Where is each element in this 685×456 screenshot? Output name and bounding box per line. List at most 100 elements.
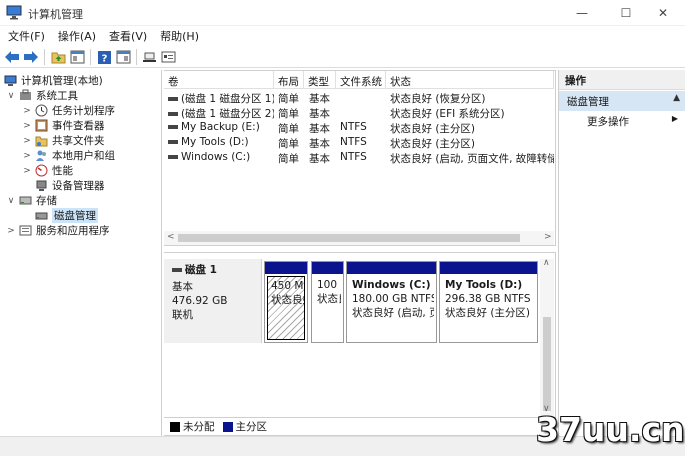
partition-band (440, 262, 537, 274)
volume-layout: 简单 (278, 93, 299, 105)
volume-type: 基本 (309, 123, 330, 135)
column-header-volume[interactable]: 卷 (164, 71, 274, 89)
menu-view[interactable]: 查看(V) (101, 26, 152, 46)
volume-icon (168, 112, 178, 116)
scrollbar-thumb[interactable] (543, 317, 551, 411)
menu-help[interactable]: 帮助(H) (152, 26, 204, 46)
collapse-icon[interactable]: ∨ (6, 91, 16, 101)
expand-icon[interactable]: > (6, 226, 16, 236)
partition-mytools-d[interactable]: My Tools (D:) 296.38 GB NTFS 状态良好 (主分区) (439, 261, 538, 343)
tree-item-label: 设备管理器 (52, 180, 105, 192)
title-bar: 计算机管理 — ☐ ✕ (0, 0, 685, 26)
forward-icon[interactable] (23, 49, 39, 65)
close-button[interactable]: ✕ (641, 0, 685, 26)
users-icon (35, 149, 48, 162)
scroll-right-icon[interactable]: > (544, 232, 552, 242)
window-title: 计算机管理 (28, 8, 83, 21)
tree-item-services-apps[interactable]: > 服务和应用程序 (6, 223, 110, 238)
volume-layout: 简单 (278, 153, 299, 165)
partition-size: 296.38 GB NTFS (445, 293, 531, 305)
tree-item-label: 磁盘管理 (52, 208, 98, 223)
tree-item-storage[interactable]: ∨ 存储 (6, 193, 57, 208)
storage-icon (19, 194, 32, 207)
actions-section-disk-management[interactable]: 磁盘管理 ▲ (559, 91, 685, 111)
help-icon[interactable]: ? (96, 49, 112, 65)
disk-status: 联机 (172, 309, 193, 321)
volume-layout: 简单 (278, 108, 299, 120)
tree-item-local-users[interactable]: > 本地用户和组 (22, 148, 115, 163)
show-pane-icon[interactable] (115, 49, 131, 65)
scroll-up-icon[interactable]: ∧ (543, 258, 550, 268)
expand-icon[interactable]: > (22, 121, 32, 131)
horizontal-scrollbar[interactable]: < > (164, 231, 554, 245)
column-header-filesystem[interactable]: 文件系统 (336, 71, 386, 89)
actions-header: 操作 (559, 70, 685, 90)
menu-action[interactable]: 操作(A) (50, 26, 101, 46)
column-header-layout[interactable]: 布局 (274, 71, 304, 89)
disk-icon (172, 268, 182, 272)
tree-item-label: 本地用户和组 (52, 150, 115, 162)
column-header-type[interactable]: 类型 (304, 71, 336, 89)
tree-item-root[interactable]: 计算机管理(本地) (4, 73, 103, 88)
partition-recovery[interactable]: 450 MI 状态良好 (264, 261, 308, 343)
partition-body: 100 状态良 (314, 276, 341, 340)
expand-icon[interactable]: > (22, 136, 32, 146)
show-tree-icon[interactable] (69, 49, 85, 65)
volume-name: (磁盘 1 磁盘分区 2) (181, 108, 274, 120)
toolbar-separator (136, 49, 137, 65)
svg-text:?: ? (101, 53, 107, 64)
tree-item-event-viewer[interactable]: > 事件查看器 (22, 118, 105, 133)
table-row[interactable]: (磁盘 1 磁盘分区 2) 简单 基本 状态良好 (EFI 系统分区) (164, 105, 554, 120)
tree-item-task-scheduler[interactable]: > 任务计划程序 (22, 103, 115, 118)
disk-type: 基本 (172, 281, 193, 293)
table-row[interactable]: (磁盘 1 磁盘分区 1) 简单 基本 状态良好 (恢复分区) (164, 90, 554, 105)
tree-item-device-manager[interactable]: 设备管理器 (35, 178, 105, 193)
table-row[interactable]: My Tools (D:) 简单 基本 NTFS 状态良好 (主分区) (164, 135, 554, 150)
disk-management-icon (35, 209, 48, 222)
computer-management-icon (4, 74, 17, 87)
services-icon (19, 224, 32, 237)
tree-item-performance[interactable]: > 性能 (22, 163, 73, 178)
volume-layout: 简单 (278, 123, 299, 135)
tree-item-label: 计算机管理(本地) (21, 75, 103, 87)
partition-size: 100 (317, 279, 338, 291)
table-row[interactable]: Windows (C:) 简单 基本 NTFS 状态良好 (启动, 页面文件, … (164, 150, 554, 165)
up-folder-icon[interactable] (50, 49, 66, 65)
partition-windows-c[interactable]: Windows (C:) 180.00 GB NTFS 状态良好 (启动, 页 (346, 261, 437, 343)
expand-icon[interactable]: > (22, 106, 32, 116)
connect-icon[interactable] (141, 49, 157, 65)
volume-name: My Backup (E:) (181, 121, 260, 133)
more-actions-item[interactable]: 更多操作 ▶ (559, 111, 685, 129)
partition-legend: 未分配 主分区 (164, 418, 556, 436)
table-row[interactable]: My Backup (E:) 简单 基本 NTFS 状态良好 (主分区) (164, 120, 554, 135)
partition-status: 状态良好 (启动, 页 (352, 307, 434, 319)
collapse-up-icon[interactable]: ▲ (673, 93, 680, 103)
column-header-status[interactable]: 状态 (386, 71, 554, 89)
properties-icon[interactable] (160, 49, 176, 65)
scroll-left-icon[interactable]: < (167, 232, 175, 242)
volume-layout: 简单 (278, 138, 299, 150)
scrollbar-thumb[interactable] (178, 234, 520, 242)
tree-item-shared-folders[interactable]: > 共享文件夹 (22, 133, 104, 148)
back-icon[interactable] (4, 49, 20, 65)
menu-file[interactable]: 文件(F) (0, 26, 50, 46)
tree-item-disk-management[interactable]: 磁盘管理 (35, 208, 98, 223)
partition-band (265, 262, 307, 274)
partition-band (347, 262, 436, 274)
minimize-button[interactable]: — (560, 0, 604, 26)
performance-icon (35, 164, 48, 177)
expand-icon[interactable]: > (22, 151, 32, 161)
shared-folder-icon (35, 134, 48, 147)
partition-body: 450 MI 状态良好 (267, 276, 305, 340)
tree-item-system-tools[interactable]: ∨ 系统工具 (6, 88, 78, 103)
tree-item-label: 服务和应用程序 (36, 225, 110, 237)
volume-icon (168, 155, 178, 159)
event-viewer-icon (35, 119, 48, 132)
vertical-scrollbar[interactable]: ∧ ∨ (540, 258, 554, 417)
legend-primary: 主分区 (235, 421, 268, 433)
collapse-icon[interactable]: ∨ (6, 196, 16, 206)
disk-info[interactable]: 磁盘 1 基本 476.92 GB 联机 (164, 259, 262, 343)
expand-icon[interactable]: > (22, 166, 32, 176)
submenu-arrow-icon: ▶ (671, 114, 678, 123)
partition-efi[interactable]: 100 状态良 (311, 261, 344, 343)
